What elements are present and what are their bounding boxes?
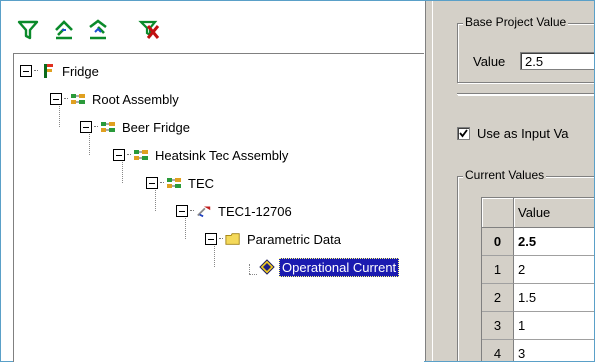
row-number: 4 bbox=[482, 340, 514, 361]
assembly-icon bbox=[166, 175, 182, 191]
tree-node-beer-fridge[interactable]: Beer Fridge bbox=[80, 116, 192, 138]
tree-node-heatsink-tec-assembly[interactable]: Heatsink Tec Assembly bbox=[113, 144, 290, 166]
collapse-toggle[interactable] bbox=[20, 65, 32, 77]
filter-icon bbox=[17, 20, 39, 40]
row-number: 2 bbox=[482, 284, 514, 312]
grid-cell-value[interactable]: 1 bbox=[514, 312, 594, 340]
assembly-icon bbox=[133, 147, 149, 163]
clear-filter-icon bbox=[138, 20, 160, 39]
tree-node-parametric-data[interactable]: Parametric Data bbox=[205, 228, 343, 250]
tree-node-tec1-12706[interactable]: TEC1-12706 bbox=[176, 200, 294, 222]
tree-node-label: Parametric Data bbox=[247, 231, 341, 247]
tree-node-label: Heatsink Tec Assembly bbox=[155, 147, 289, 163]
separator bbox=[457, 93, 594, 95]
move-up-button[interactable] bbox=[49, 15, 79, 45]
move-down-icon bbox=[89, 19, 107, 40]
row-number: 3 bbox=[482, 312, 514, 340]
grid-cell-value[interactable]: 2 bbox=[514, 256, 594, 284]
properties-panel: Base Project Value Value Use as Input Va… bbox=[433, 1, 594, 361]
folder-icon bbox=[225, 231, 241, 247]
collapse-toggle[interactable] bbox=[80, 121, 92, 133]
group-title: Current Values bbox=[463, 168, 547, 182]
grid-corner bbox=[482, 198, 514, 228]
window-frame: Fridge Root Assembly Beer Fridge Heatsin… bbox=[0, 0, 595, 362]
filter-button[interactable] bbox=[13, 15, 43, 45]
move-down-button[interactable] bbox=[83, 15, 113, 45]
collapse-toggle[interactable] bbox=[113, 149, 125, 161]
column-header[interactable]: Value bbox=[514, 198, 594, 228]
tree-node-tec[interactable]: TEC bbox=[146, 172, 216, 194]
tree-node-label: TEC1-12706 bbox=[218, 203, 292, 219]
tree-node-root-assembly[interactable]: Root Assembly bbox=[50, 88, 181, 110]
collapse-toggle[interactable] bbox=[205, 233, 217, 245]
row-number: 1 bbox=[482, 256, 514, 284]
fridge-icon bbox=[40, 63, 56, 79]
tree-node-label: Operational Current bbox=[279, 257, 400, 277]
part-icon bbox=[196, 203, 212, 219]
grid-cell-value[interactable]: 1.5 bbox=[514, 284, 594, 312]
tree-panel: Fridge Root Assembly Beer Fridge Heatsin… bbox=[1, 1, 425, 362]
use-as-input-checkbox[interactable] bbox=[457, 127, 470, 140]
tree-node-label: Root Assembly bbox=[92, 91, 179, 107]
parameter-icon bbox=[259, 259, 275, 275]
collapse-toggle[interactable] bbox=[146, 177, 158, 189]
tree-node-label: TEC bbox=[188, 175, 214, 191]
toolbar bbox=[13, 15, 413, 47]
tree-node-label: Beer Fridge bbox=[122, 119, 190, 135]
tree-node-label: Fridge bbox=[62, 63, 99, 79]
group-title: Base Project Value bbox=[463, 15, 569, 29]
row-number: 0 bbox=[482, 228, 514, 256]
collapse-toggle[interactable] bbox=[50, 93, 62, 105]
use-as-input-label: Use as Input Va bbox=[477, 126, 569, 141]
tree-node-fridge[interactable]: Fridge bbox=[20, 60, 101, 82]
splitter-handle[interactable] bbox=[425, 1, 433, 361]
clear-filter-button[interactable] bbox=[135, 15, 165, 45]
collapse-toggle[interactable] bbox=[176, 205, 188, 217]
assembly-icon bbox=[100, 119, 116, 135]
value-input[interactable] bbox=[520, 52, 594, 70]
grid-cell-value[interactable]: 3 bbox=[514, 340, 594, 361]
tree-view[interactable]: Fridge Root Assembly Beer Fridge Heatsin… bbox=[13, 53, 424, 362]
checkmark-icon bbox=[459, 129, 468, 138]
grid-cell-value[interactable]: 2.5 bbox=[514, 228, 594, 256]
move-up-icon bbox=[55, 20, 73, 40]
tree-node-operational-current[interactable]: Operational Current bbox=[259, 256, 400, 278]
value-label: Value bbox=[473, 54, 506, 69]
assembly-icon bbox=[70, 91, 86, 107]
current-values-grid[interactable]: Value 0 2.5 1 2 2 1.5 3 1 4 3 bbox=[481, 197, 594, 361]
